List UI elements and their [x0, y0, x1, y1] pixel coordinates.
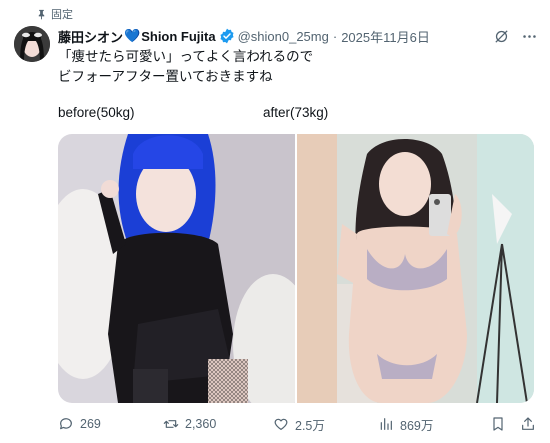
- tweet-date[interactable]: 2025年11月6日: [341, 27, 430, 46]
- verified-badge-icon[interactable]: [219, 28, 235, 44]
- more-options-icon[interactable]: [520, 27, 538, 45]
- after-label: after(73kg): [263, 105, 329, 120]
- repost-button[interactable]: 2,360: [163, 412, 216, 436]
- avatar[interactable]: [14, 26, 50, 62]
- separator-dot: ·: [332, 28, 338, 44]
- reply-icon: [60, 418, 72, 430]
- display-name-en[interactable]: Shion Fujita: [141, 29, 215, 44]
- display-name[interactable]: 藤田シオン: [58, 27, 123, 46]
- share-button[interactable]: [520, 412, 536, 436]
- heart-icon: [274, 418, 288, 430]
- tweet-text: 「痩せたら可愛い」ってよく言われるので ビフォーアフター置いておきますね: [58, 47, 313, 87]
- bookmark-button[interactable]: [490, 412, 506, 436]
- after-photo[interactable]: [297, 134, 534, 403]
- tweet-line-1: 「痩せたら可愛い」ってよく言われるので: [58, 49, 314, 64]
- grok-icon[interactable]: [492, 27, 510, 45]
- like-count: 2.5万: [295, 418, 325, 433]
- bookmark-icon: [493, 417, 503, 431]
- views-button[interactable]: 869万: [378, 412, 433, 436]
- repost-count: 2,360: [185, 417, 217, 431]
- pin-icon: [38, 9, 45, 20]
- photo-labels: before(50kg) after(73kg): [58, 105, 538, 123]
- before-label: before(50kg): [58, 105, 135, 120]
- tweet-actions: 269 2,360 2.5万 869万: [58, 412, 538, 436]
- view-count: 869万: [400, 418, 434, 433]
- pinned-label: 固定: [51, 9, 73, 21]
- handle[interactable]: @shion0_25mg: [238, 29, 329, 44]
- reply-count: 269: [80, 417, 101, 431]
- like-button[interactable]: 2.5万: [273, 412, 325, 436]
- heart-emoji: 💙: [124, 28, 141, 43]
- pinned-indicator: 固定: [36, 6, 73, 22]
- before-photo[interactable]: [58, 134, 295, 403]
- views-icon: [380, 418, 392, 430]
- tweet-header: 藤田シオン 💙 Shion Fujita @shion0_25mg · 2025…: [58, 26, 538, 46]
- tweet-line-2: ビフォーアフター置いておきますね: [58, 69, 273, 84]
- share-icon: [522, 417, 534, 430]
- repost-icon: [163, 420, 179, 428]
- reply-button[interactable]: 269: [58, 412, 101, 436]
